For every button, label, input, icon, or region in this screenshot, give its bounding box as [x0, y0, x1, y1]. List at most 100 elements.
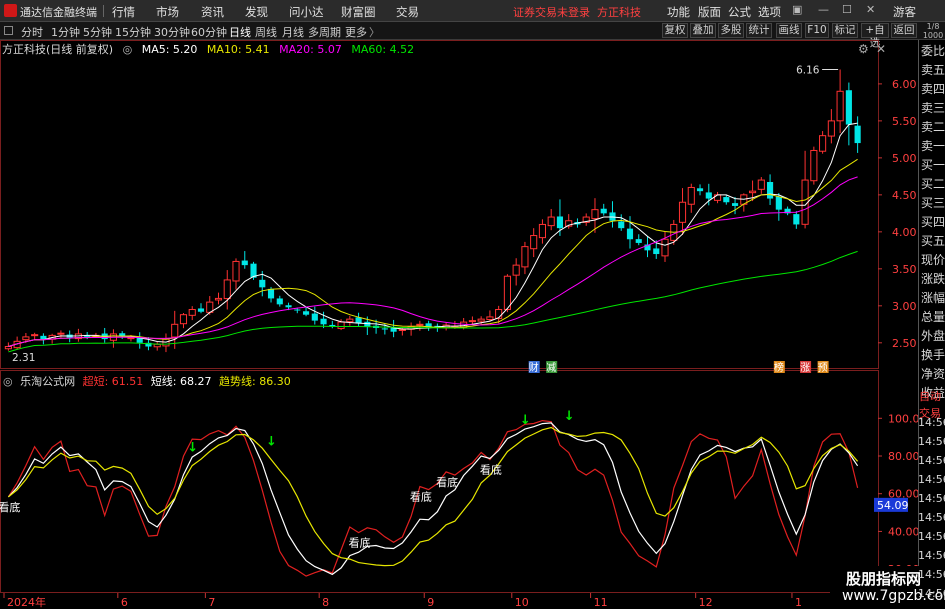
menu-formula[interactable]: 公式	[728, 4, 751, 20]
overlay-button[interactable]: 叠加	[690, 23, 716, 38]
candle-body	[285, 305, 292, 308]
indicator-name[interactable]: 乐淘公式网	[20, 375, 75, 388]
multi-stock-button[interactable]: 多股	[718, 23, 744, 38]
sidebar-field: 委比	[921, 44, 945, 58]
stats-button[interactable]: 统计	[746, 23, 772, 38]
tick-time: 14:56	[918, 587, 945, 600]
candle-body	[477, 318, 485, 322]
date-tick-label: 11	[594, 596, 608, 609]
login-status[interactable]: 证券交易未登录 方正科技	[513, 4, 641, 20]
draw-button[interactable]: 画线	[776, 23, 802, 38]
menu-news[interactable]: 资讯	[201, 4, 224, 20]
price-tick-label: 2.50	[892, 337, 917, 350]
period-monthly[interactable]: 月线	[282, 24, 304, 40]
grid-icon[interactable]	[4, 26, 13, 35]
app-window: 通达信金融终端 行情 市场 资讯 发现 问小达 财富圈 交易 证券交易未登录 方…	[0, 0, 945, 609]
bottom-signal-label: 看底	[0, 500, 20, 514]
menu-market[interactable]: 市场	[156, 4, 179, 20]
event-badge-label: 涨	[800, 362, 810, 374]
f10-button[interactable]: F10	[805, 23, 829, 38]
candle-body	[547, 216, 555, 227]
candle-body	[591, 209, 599, 220]
period-60min[interactable]: 60分钟	[191, 24, 227, 40]
sidebar-field: 买一	[921, 158, 945, 172]
price-tick-label: 3.50	[892, 263, 917, 276]
zoom-indicator[interactable]: 1/8 1000	[921, 22, 945, 40]
candle-body	[503, 275, 511, 310]
candle-body	[259, 279, 266, 288]
candle-body	[775, 196, 782, 210]
bottom-signal-label: 看底	[480, 463, 502, 477]
price-tick-label: 3.00	[892, 300, 917, 313]
back-button[interactable]: 返回	[891, 23, 917, 38]
candle-body	[381, 328, 388, 330]
settings-toggle-icon[interactable]: ◎	[123, 43, 133, 56]
candle-body	[521, 246, 529, 268]
ma60-label: MA60: 4.52	[351, 43, 415, 56]
add-watchlist-button[interactable]: +自选	[861, 23, 889, 49]
candle-body	[153, 343, 161, 348]
sidebar-field: 买二	[921, 177, 945, 191]
more-arrow-icon[interactable]: 〉	[369, 24, 380, 40]
watermark-title: 股朋指标网	[846, 570, 922, 588]
ma5-line	[8, 122, 858, 347]
menu-ask[interactable]: 问小达	[289, 4, 324, 20]
mark-button[interactable]: 标记	[832, 23, 858, 38]
price-axis: 6.00 5.50 5.00 4.50 4.00 3.50 3.00 2.50	[878, 78, 917, 350]
candle-body	[294, 309, 301, 311]
adjust-button[interactable]: 复权	[662, 23, 688, 38]
indicator-series: ↓ ↓↓ ↓看底看底看底看底看底	[0, 409, 859, 577]
menu-discover[interactable]: 发现	[245, 4, 268, 20]
menu-layout[interactable]: 版面	[698, 4, 721, 20]
menu-options[interactable]: 选项	[758, 4, 781, 20]
low-price-marker: 2.31	[12, 352, 35, 364]
sidebar-field: 卖五	[921, 63, 945, 77]
menu-quotes[interactable]: 行情	[112, 4, 135, 20]
chart-close-icon[interactable]: ✕	[876, 42, 886, 56]
guest-user[interactable]: 游客	[893, 4, 916, 20]
candle-body	[241, 260, 248, 266]
period-daily[interactable]: 日线	[229, 24, 251, 40]
candle-body	[705, 192, 712, 199]
ma10-label: MA10: 5.41	[206, 43, 270, 56]
period-weekly[interactable]: 周线	[255, 24, 277, 40]
minimize-icon[interactable]: —	[818, 3, 829, 16]
tick-time: 14:56	[918, 473, 945, 486]
menu-function[interactable]: 功能	[667, 4, 690, 20]
period-more[interactable]: 更多	[345, 24, 367, 40]
close-icon[interactable]: ✕	[866, 3, 875, 16]
maximize-icon[interactable]: ☐	[842, 3, 852, 16]
bottom-signal-label: 看底	[410, 490, 432, 504]
sidebar-field: 外盘	[921, 329, 945, 343]
price-tick-label: 5.00	[892, 152, 917, 165]
skin-icon[interactable]: ▣	[792, 3, 802, 16]
event-badge-label: 减	[546, 362, 556, 374]
menu-trade[interactable]: 交易	[396, 4, 419, 20]
price-tick-label: 4.50	[892, 189, 917, 202]
period-1min[interactable]: 1分钟	[51, 24, 80, 40]
period-5min[interactable]: 5分钟	[83, 24, 112, 40]
broker-name: 方正科技	[597, 6, 641, 19]
ma5-label: MA5: 5.20	[141, 43, 198, 56]
chart-area[interactable]: 6.16 2.31 6.00 5.50 5.00 4.50 4.00 3.50 3.00 2.5…	[0, 40, 918, 609]
sell-arrow-icon: ↓	[187, 441, 198, 456]
indicator-toggle-icon[interactable]: ◎	[3, 375, 13, 388]
period-multi[interactable]: 多周期	[308, 24, 341, 40]
date-tick-label: 7	[208, 596, 215, 609]
price-tick-label: 4.00	[892, 226, 917, 239]
chart-settings-icon[interactable]: ⚙	[858, 42, 869, 56]
candle-body	[653, 248, 660, 255]
period-30min[interactable]: 30分钟	[154, 24, 190, 40]
stock-title[interactable]: 方正科技(日线 前复权)	[2, 43, 113, 56]
candle-body	[311, 313, 318, 321]
zoom-line2: 1000	[922, 31, 944, 40]
candle-body	[468, 320, 476, 323]
auto-toggle[interactable]: 自动	[919, 388, 945, 404]
candle-body	[127, 337, 135, 340]
period-15min[interactable]: 15分钟	[115, 24, 151, 40]
period-intraday[interactable]: 分时	[21, 24, 43, 40]
menu-wealth[interactable]: 财富圈	[341, 4, 376, 20]
indicator-axis: 100.080.0060.0040.0020.0054.09	[874, 412, 918, 576]
tick-time: 14:56	[918, 549, 945, 562]
candle-body	[618, 221, 625, 229]
